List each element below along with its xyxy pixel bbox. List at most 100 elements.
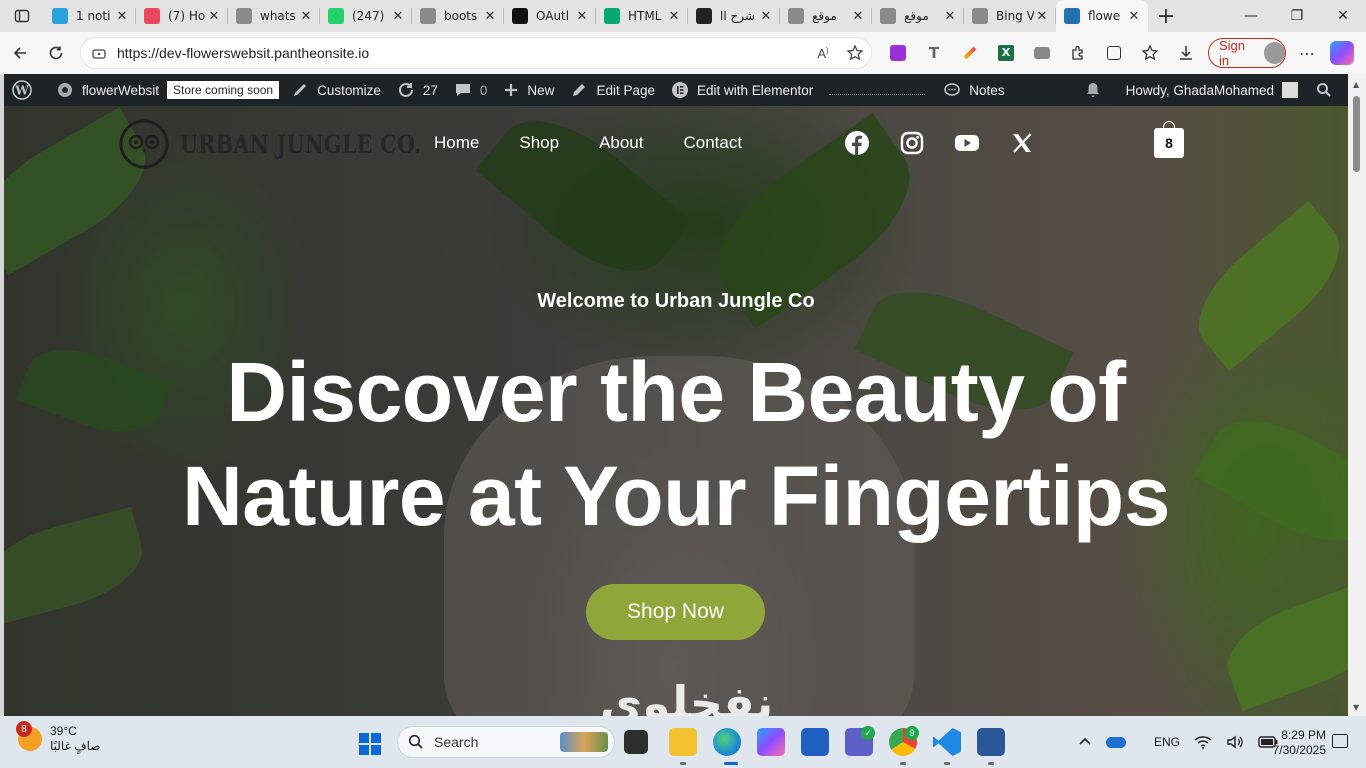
browser-tab[interactable]: OAutl ✕	[504, 0, 596, 32]
close-tab-icon[interactable]: ✕	[206, 9, 222, 24]
browser-tab[interactable]: موقع ✕	[780, 0, 872, 32]
extension-camera-icon[interactable]	[1024, 35, 1060, 71]
hero-headline: Discover the Beauty of Nature at Your Fi…	[4, 340, 1348, 548]
close-tab-icon[interactable]: ✕	[298, 9, 314, 24]
copilot-app-icon[interactable]	[757, 728, 785, 756]
store-coming-soon-badge[interactable]: Store coming soon	[167, 81, 280, 99]
onedrive-icon[interactable]	[1106, 736, 1140, 748]
weather-widget[interactable]: 8 39°C صافٍ غالبًا	[16, 721, 101, 754]
wp-new[interactable]: New	[495, 74, 562, 106]
extension-purple-icon[interactable]	[880, 35, 916, 71]
downloads-icon[interactable]	[1168, 35, 1204, 71]
chevron-up-icon[interactable]	[1078, 735, 1092, 749]
sign-in-button[interactable]: Sign in	[1208, 38, 1286, 68]
extension-text-icon[interactable]: T	[916, 35, 952, 71]
scroll-thumb[interactable]	[1353, 96, 1360, 172]
page-scrollbar[interactable]: ▲ ▼	[1348, 74, 1366, 716]
task-view-icon[interactable]	[624, 730, 648, 754]
admin-search-field[interactable]	[829, 93, 926, 95]
close-tab-icon[interactable]: ✕	[666, 9, 682, 24]
nav-about[interactable]: About	[599, 133, 643, 153]
windows-start-icon[interactable]	[359, 733, 381, 755]
more-menu-icon[interactable]: ⋯	[1292, 38, 1322, 68]
new-tab-button[interactable]: +	[1148, 0, 1184, 32]
close-tab-icon[interactable]: ✕	[574, 9, 590, 24]
restore-button[interactable]: ❐	[1274, 0, 1320, 32]
read-aloud-icon[interactable]: A)	[807, 46, 839, 61]
browser-tab[interactable]: HTML ✕	[596, 0, 688, 32]
wp-comments[interactable]: 0	[446, 74, 496, 106]
minimize-button[interactable]: —	[1228, 0, 1274, 32]
browser-tab[interactable]: (247) ✕	[320, 0, 412, 32]
microsoft-store-icon[interactable]	[801, 728, 829, 756]
notification-bell-icon[interactable]	[1076, 74, 1118, 106]
tab-title: flowe	[1088, 9, 1121, 23]
browser-tab[interactable]: boots ✕	[412, 0, 504, 32]
copilot-icon[interactable]	[1330, 41, 1354, 65]
close-tab-icon[interactable]: ✕	[942, 9, 958, 24]
facebook-icon[interactable]	[844, 130, 870, 156]
extensions-puzzle-icon[interactable]	[1060, 35, 1096, 71]
close-tab-icon[interactable]: ✕	[1126, 9, 1142, 24]
wp-customize[interactable]: Customize	[283, 74, 389, 106]
taskbar-search[interactable]: Search	[397, 726, 615, 758]
extension-pen-icon[interactable]	[952, 35, 988, 71]
scroll-down-icon[interactable]: ▼	[1353, 703, 1359, 712]
browser-tab[interactable]: موقع ✕	[872, 0, 964, 32]
wp-account-menu[interactable]: Howdy, GhadaMohamed	[1118, 74, 1308, 106]
split-screen-icon[interactable]	[1096, 35, 1132, 71]
site-logo[interactable]: URBAN JUNGLE CO.	[118, 116, 475, 172]
close-tab-icon[interactable]: ✕	[390, 9, 406, 24]
search-icon	[420, 8, 436, 24]
search-highlight-image	[560, 732, 608, 752]
wp-edit-page[interactable]: Edit Page	[562, 74, 663, 106]
volume-icon[interactable]	[1226, 734, 1244, 750]
close-tab-icon[interactable]: ✕	[1034, 9, 1050, 24]
weather-description: صافٍ غالبًا	[50, 739, 101, 753]
close-tab-icon[interactable]: ✕	[114, 9, 130, 24]
language-indicator[interactable]: ENG	[1154, 735, 1180, 749]
extension-excel-icon[interactable]: X	[988, 35, 1024, 71]
edge-browser-icon[interactable]	[713, 728, 741, 756]
close-window-button[interactable]: ✕	[1320, 0, 1366, 32]
system-clock[interactable]: 8:29 PM 7/30/2025	[1266, 728, 1326, 758]
close-tab-icon[interactable]: ✕	[482, 9, 498, 24]
browser-tab[interactable]: whats ✕	[228, 0, 320, 32]
scroll-up-icon[interactable]: ▲	[1353, 80, 1359, 89]
back-button[interactable]	[2, 35, 38, 71]
x-icon[interactable]	[1009, 130, 1035, 156]
nav-shop[interactable]: Shop	[519, 133, 559, 153]
shop-now-button[interactable]: Shop Now	[586, 584, 765, 640]
wp-logo-icon[interactable]: W	[4, 74, 48, 106]
notification-center-icon[interactable]	[1332, 734, 1348, 748]
tab-actions-icon[interactable]	[0, 0, 44, 32]
telegram-icon	[52, 8, 68, 24]
instagram-icon[interactable]	[899, 130, 925, 156]
close-tab-icon[interactable]: ✕	[758, 9, 774, 24]
file-explorer-icon[interactable]	[669, 728, 697, 756]
refresh-button[interactable]	[38, 35, 74, 71]
wp-updates[interactable]: 27	[389, 74, 446, 106]
browser-tab[interactable]: flowe ✕	[1056, 0, 1148, 32]
browser-tab[interactable]: 1 noti ✕	[44, 0, 136, 32]
wp-notes[interactable]: Notes	[935, 74, 1012, 106]
word-icon[interactable]	[977, 728, 1005, 756]
favorite-star-icon[interactable]	[839, 44, 871, 62]
nav-home[interactable]: Home	[434, 133, 479, 153]
favorites-icon[interactable]	[1132, 35, 1168, 71]
url-bar[interactable]: https://dev-flowerswebsit.pantheonsite.i…	[80, 37, 872, 69]
youtube-icon[interactable]	[954, 130, 980, 156]
site-info-icon[interactable]	[91, 45, 107, 61]
wp-site-name[interactable]: flowerWebsit	[48, 74, 167, 106]
vscode-icon[interactable]	[933, 728, 961, 756]
close-tab-icon[interactable]: ✕	[850, 9, 866, 24]
wp-edit-elementor[interactable]: Edit with Elementor	[663, 74, 821, 106]
browser-tab[interactable]: شرح اا ✕	[688, 0, 780, 32]
nav-contact[interactable]: Contact	[684, 133, 743, 153]
cart-button[interactable]: 8	[1154, 121, 1184, 158]
wifi-icon[interactable]	[1194, 734, 1212, 750]
wp-search-icon[interactable]	[1308, 74, 1348, 106]
browser-tab[interactable]: (7) Ho ✕	[136, 0, 228, 32]
running-indicator	[900, 762, 906, 765]
browser-tab[interactable]: Bing V ✕	[964, 0, 1056, 32]
